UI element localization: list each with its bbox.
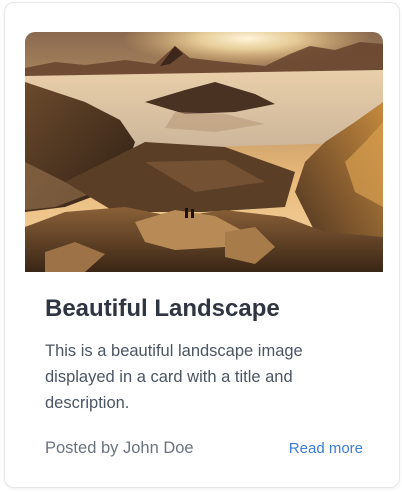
- card-title: Beautiful Landscape: [45, 295, 280, 322]
- read-more-link[interactable]: Read more: [289, 440, 363, 457]
- card-description: This is a beautiful landscape image disp…: [45, 342, 303, 412]
- card-image: [25, 32, 383, 272]
- content-card: Beautiful Landscape This is a beautiful …: [4, 2, 400, 488]
- author-line: Posted by John Doe: [45, 438, 194, 457]
- card-footer: Posted by John Doe Read more: [45, 435, 363, 461]
- landscape-photo: [25, 32, 383, 272]
